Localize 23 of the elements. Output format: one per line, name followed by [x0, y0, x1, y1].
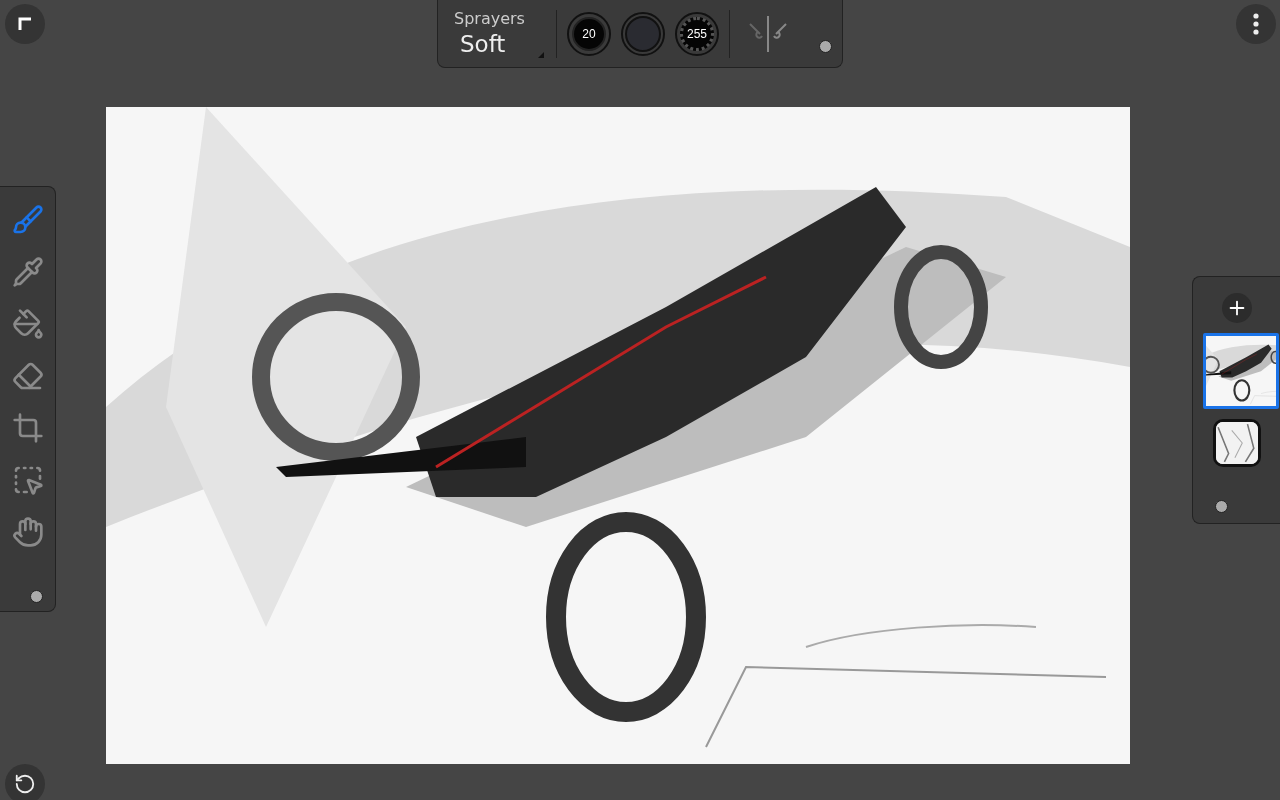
layer-thumbnail[interactable]	[1212, 419, 1261, 467]
crop-icon	[11, 412, 44, 444]
symmetry-icon	[746, 13, 790, 54]
panel-handle[interactable]	[30, 590, 43, 603]
undo-button[interactable]	[5, 764, 45, 800]
color-swatch[interactable]	[621, 11, 665, 56]
eyedropper-icon	[11, 256, 44, 288]
brush-icon	[11, 204, 44, 236]
collapse-ui-button[interactable]	[5, 4, 45, 44]
menu-button[interactable]	[1236, 4, 1276, 44]
brush-size-control[interactable]: 20	[567, 11, 611, 56]
undo-icon	[14, 773, 36, 795]
corner-icon	[17, 16, 33, 32]
layer-thumbnail[interactable]	[1202, 333, 1279, 409]
eraser-icon	[11, 360, 44, 392]
menu-icon	[1253, 13, 1259, 35]
panel-handle[interactable]	[819, 40, 832, 53]
brush-selector[interactable]: Sprayers Soft	[446, 5, 546, 62]
brush-opacity-control[interactable]: 255	[675, 11, 719, 56]
panel-handle[interactable]	[1215, 500, 1228, 513]
hand-icon	[11, 516, 44, 548]
paint-bucket-icon	[11, 308, 44, 340]
add-layer-button[interactable]	[1221, 293, 1252, 323]
